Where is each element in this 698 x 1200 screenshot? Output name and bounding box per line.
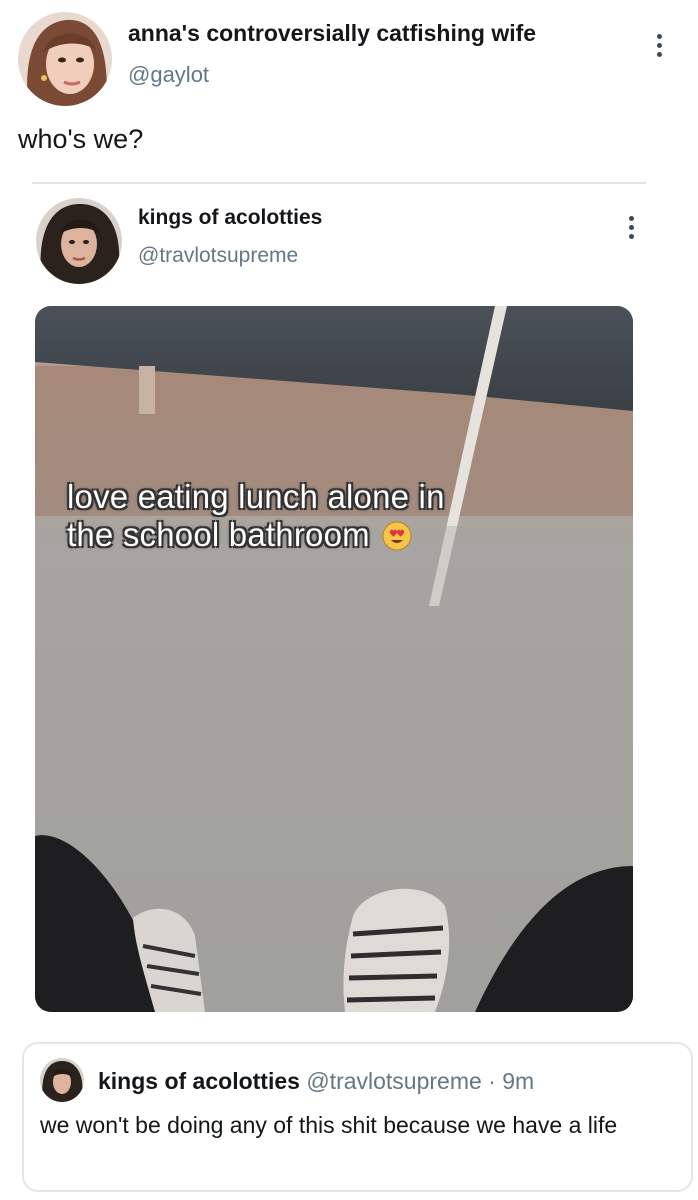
quoted-display-name[interactable]: kings of acolotties <box>138 206 322 230</box>
tweet-header: anna's controversially catfishing wife @… <box>0 0 698 120</box>
author-display-name[interactable]: anna's controversially catfishing wife <box>128 20 536 47</box>
quoted-avatar-image <box>36 198 122 284</box>
media-photo <box>35 306 633 1012</box>
media-caption-line2: the school bathroom <box>67 516 370 553</box>
reply-avatar-image <box>40 1058 84 1102</box>
media-caption-line1: love eating lunch alone in <box>67 478 445 515</box>
media-caption: love eating lunch alone in the school ba… <box>67 478 607 554</box>
quoted-author-avatar[interactable] <box>36 198 122 284</box>
reply-text: we won't be doing any of this shit becau… <box>40 1112 618 1138</box>
divider <box>32 182 646 184</box>
more-vertical-icon[interactable] <box>654 34 664 57</box>
author-avatar[interactable] <box>18 12 112 106</box>
reply-author-avatar[interactable] <box>40 1058 84 1102</box>
more-vertical-icon[interactable] <box>626 216 636 239</box>
reply-handle-time[interactable]: @travlotsupreme · 9m <box>306 1068 534 1094</box>
author-handle[interactable]: @gaylot <box>128 62 209 88</box>
quoted-tweet[interactable]: kings of acolotties @travlotsupreme love… <box>0 186 698 1026</box>
author-avatar-image <box>18 12 112 106</box>
reply-card[interactable]: kings of acolotties @travlotsupreme · 9m… <box>22 1042 693 1192</box>
heart-eyes-emoji-icon <box>382 521 412 551</box>
tweet-text: who's we? <box>18 124 144 154</box>
reply-header: kings of acolotties @travlotsupreme · 9m <box>98 1068 534 1095</box>
quoted-handle[interactable]: @travlotsupreme <box>138 244 298 268</box>
reply-display-name[interactable]: kings of acolotties <box>98 1068 300 1094</box>
tweet-media-image[interactable]: love eating lunch alone in the school ba… <box>35 306 633 1012</box>
